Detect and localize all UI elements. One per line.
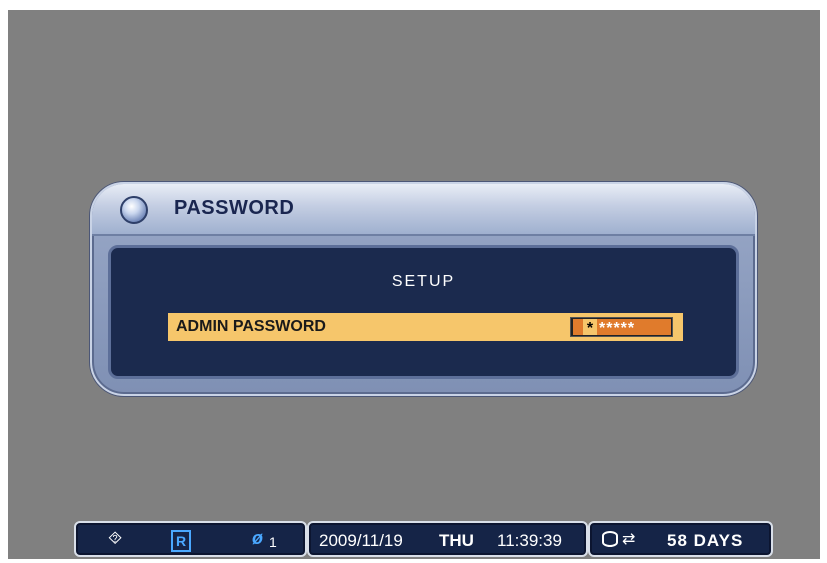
- admin-password-label: ADMIN PASSWORD: [176, 318, 326, 335]
- password-current-char: *: [583, 319, 597, 337]
- status-icons-panel: ⯑ R ø 1: [74, 521, 307, 557]
- admin-password-input[interactable]: * *****: [570, 317, 673, 337]
- password-dialog: PASSWORD SETUP ADMIN PASSWORD * *****: [90, 182, 757, 396]
- admin-password-row[interactable]: ADMIN PASSWORD * *****: [168, 313, 683, 341]
- date-display: 2009/11/19: [319, 531, 403, 550]
- section-label: SETUP: [391, 273, 456, 290]
- dialog-header: PASSWORD: [92, 184, 755, 236]
- overwrite-cycle-icon: ⇄: [622, 531, 636, 548]
- dialog-body: SETUP ADMIN PASSWORD * *****: [108, 245, 739, 379]
- network-count: 1: [269, 534, 277, 550]
- text-cursor: [573, 319, 583, 335]
- storage-panel: ⇄ 58 DAYS: [588, 521, 773, 557]
- password-masked-chars: *****: [597, 319, 671, 337]
- dialog-title: PASSWORD: [174, 197, 295, 219]
- time-display: 11:39:39: [497, 531, 562, 550]
- days-remaining: 58 DAYS: [667, 531, 744, 550]
- datetime-panel: 2009/11/19 THU 11:39:39: [307, 521, 588, 557]
- usb-icon: ⯑: [108, 528, 123, 548]
- dvr-screen: PASSWORD SETUP ADMIN PASSWORD * *****: [8, 10, 820, 559]
- orb-icon: [120, 196, 148, 224]
- network-icon: ø: [252, 528, 263, 548]
- record-icon: R: [171, 530, 191, 552]
- day-display: THU: [439, 531, 474, 550]
- disk-icon: [602, 531, 618, 547]
